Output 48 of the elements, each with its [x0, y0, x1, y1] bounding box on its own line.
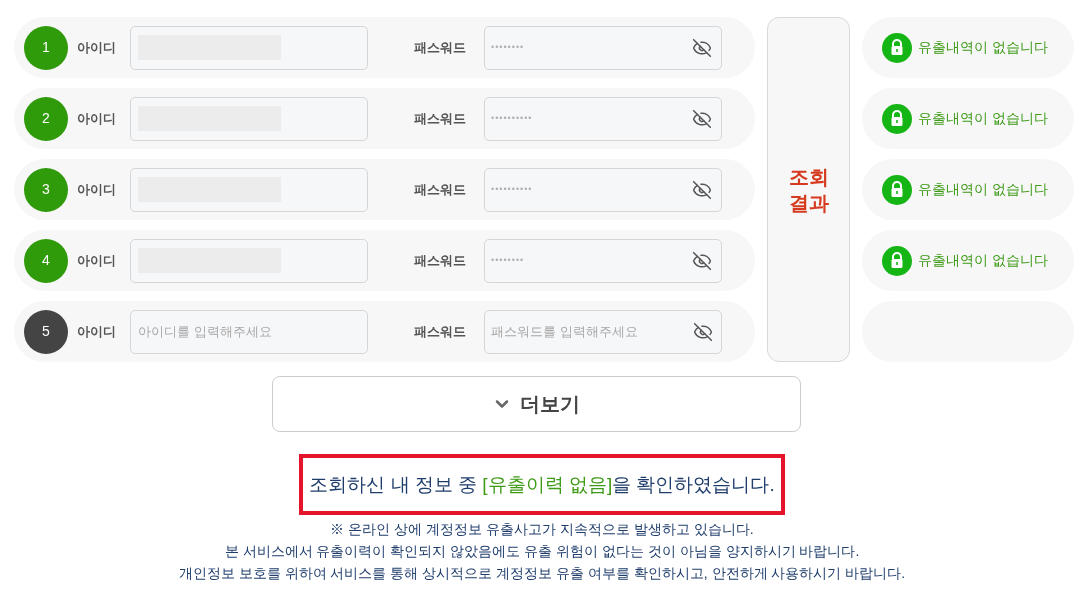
eye-slash-icon[interactable] [692, 250, 712, 271]
row-number: 3 [24, 167, 68, 212]
eye-slash-icon[interactable] [692, 179, 712, 200]
notice-text: 개인정보 보호를 위하여 서비스를 통해 상시적으로 계정정보 유출 여부를 확인하시고, 안전하게 사용하시기 바랍니다. [178, 564, 906, 583]
more-button[interactable]: 더보기 [271, 376, 801, 432]
eye-slash-icon[interactable] [692, 108, 712, 129]
notice-text: 본 서비스에서 유출이력이 확인되지 않았음에도 유출 위험이 없다는 것이 아님을 양지하시기 바랍니다. [224, 542, 860, 561]
id-field[interactable] [130, 25, 368, 70]
result-text: 유출내역이 없습니다 [918, 251, 1048, 270]
password-value: •••••••• [491, 253, 526, 267]
row-number: 1 [24, 25, 68, 70]
password-field[interactable]: •••••••••• [484, 167, 722, 212]
row-number: 5 [24, 309, 68, 354]
eye-slash-icon[interactable] [693, 321, 713, 342]
password-label: 패스워드 [414, 322, 466, 341]
id-field[interactable] [130, 96, 368, 141]
password-label: 패스워드 [414, 38, 466, 57]
password-value: •••••••••• [491, 111, 534, 125]
id-field[interactable]: 아이디를 입력해주세요 [130, 309, 368, 354]
password-field[interactable]: •••••••• [484, 238, 722, 283]
result-text: 유출내역이 없습니다 [918, 109, 1048, 128]
notice-text: ※ 온라인 상에 계정정보 유출사고가 지속적으로 발생하고 있습니다. [330, 520, 754, 539]
lock-icon [882, 103, 912, 134]
password-label: 패스워드 [414, 180, 466, 199]
id-field[interactable] [130, 167, 368, 212]
row-number: 4 [24, 238, 68, 283]
result-text: 유출내역이 없습니다 [918, 38, 1048, 57]
id-label: 아이디 [77, 251, 117, 270]
result-message: 조회하신 내 정보 중 [유출이력 없음]을 확인하였습니다. [309, 473, 775, 497]
lock-icon [882, 174, 912, 205]
id-field[interactable] [130, 238, 368, 283]
password-field[interactable]: 패스워드를 입력해주세요 [484, 309, 722, 354]
password-field[interactable]: •••••••• [484, 25, 722, 70]
lock-icon [882, 32, 912, 63]
password-field[interactable]: •••••••••• [484, 96, 722, 141]
eye-slash-icon[interactable] [692, 37, 712, 58]
row-number: 2 [24, 96, 68, 141]
id-label: 아이디 [77, 38, 117, 57]
password-label: 패스워드 [414, 109, 466, 128]
password-value: •••••••• [491, 40, 526, 54]
result-text: 유출내역이 없습니다 [918, 180, 1048, 199]
results-header: 조회 결과 [787, 164, 830, 216]
password-label: 패스워드 [414, 251, 466, 270]
lock-icon [882, 245, 912, 276]
id-label: 아이디 [77, 109, 117, 128]
id-label: 아이디 [77, 180, 117, 199]
id-label: 아이디 [77, 322, 117, 341]
password-value: •••••••••• [491, 182, 534, 196]
